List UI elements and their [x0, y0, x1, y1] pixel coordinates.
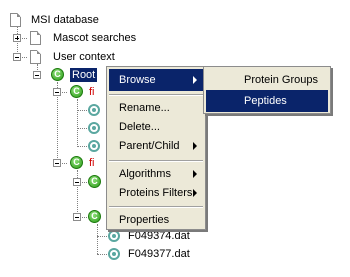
context-c-icon: C [51, 68, 64, 81]
menu-item-label: Delete... [119, 121, 160, 133]
context-menu: Browse Rename... Delete... Parent/Child … [106, 66, 206, 230]
menu-separator [109, 206, 203, 208]
submenu-arrow-icon [193, 170, 197, 178]
submenu-arrow-icon [193, 76, 197, 84]
menu-item-label: Rename... [119, 102, 170, 114]
target-icon [88, 104, 100, 116]
menu-item-properties[interactable]: Properties [109, 209, 203, 231]
document-icon [30, 31, 41, 45]
menu-separator [109, 160, 203, 162]
menu-item-label: Parent/Child [119, 140, 180, 152]
collapse-minus-icon[interactable] [33, 71, 41, 79]
collapse-minus-icon[interactable] [53, 88, 61, 96]
tree-line [97, 254, 107, 255]
tree-item-label: F049374.dat [128, 230, 190, 242]
menu-item-label: Browse [119, 74, 156, 86]
submenu-arrow-icon [193, 189, 197, 197]
menu-item-label: Algorithms [119, 168, 171, 180]
context-c-icon: C [70, 85, 83, 98]
target-icon [88, 122, 100, 134]
collapse-minus-icon[interactable] [53, 159, 61, 167]
tree-item-label: F049377.dat [128, 248, 190, 260]
tree-item-label: MSI database [31, 14, 99, 26]
tree-line [97, 236, 107, 237]
target-icon [108, 248, 120, 260]
context-c-icon: C [70, 156, 83, 169]
menu-item-parent-child[interactable]: Parent/Child [109, 135, 203, 157]
menu-item-label: Peptides [244, 95, 287, 107]
target-icon [108, 230, 120, 242]
collapse-minus-icon[interactable] [73, 178, 81, 186]
menu-item-peptides[interactable]: Peptides [206, 90, 328, 112]
document-icon [30, 50, 41, 64]
menu-item-label: Properties [119, 214, 170, 226]
tree-line [77, 110, 87, 111]
collapse-minus-icon[interactable] [73, 213, 81, 221]
menu-item-protein-groups[interactable]: Protein Groups [206, 69, 328, 91]
document-icon [10, 13, 21, 27]
tree-item-label: Mascot searches [53, 32, 137, 44]
tree-line [77, 146, 87, 147]
menu-item-browse[interactable]: Browse [109, 69, 203, 91]
tree-item-label: User context [53, 51, 115, 63]
tree-line [77, 128, 87, 129]
tree-line [77, 99, 78, 147]
collapse-minus-icon[interactable] [13, 53, 21, 61]
context-c-icon: C [88, 210, 101, 223]
tree-line [97, 224, 98, 254]
context-c-icon: C [88, 175, 101, 188]
submenu-arrow-icon [193, 142, 197, 150]
expand-plus-icon[interactable] [13, 34, 21, 42]
tree-item-label: fi [89, 157, 95, 169]
menu-item-label: Proteins Filters [119, 187, 193, 199]
menu-item-proteins-filters[interactable]: Proteins Filters [109, 182, 203, 204]
menu-separator [109, 94, 203, 96]
menu-item-label: Protein Groups [244, 74, 318, 86]
target-icon [88, 140, 100, 152]
tree-item-label: fi [89, 86, 95, 98]
tree-item-label: Root [70, 68, 98, 82]
browse-submenu: Protein Groups Peptides [203, 66, 331, 114]
